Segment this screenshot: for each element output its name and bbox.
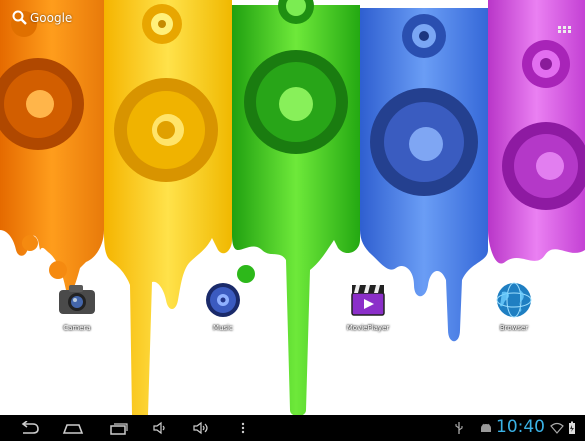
shortcut-music[interactable]: Music bbox=[183, 282, 263, 332]
shortcut-label: MoviePlayer bbox=[346, 324, 390, 332]
wifi-status bbox=[550, 419, 564, 437]
shortcut-camera[interactable]: Camera bbox=[37, 282, 117, 332]
volume-up-button[interactable] bbox=[190, 419, 214, 437]
google-search-label: Google bbox=[30, 11, 73, 25]
shortcut-label: Music bbox=[213, 324, 233, 332]
back-arrow-icon bbox=[21, 421, 39, 434]
menu-button[interactable] bbox=[236, 419, 250, 437]
music-speaker-icon bbox=[203, 282, 243, 322]
clapperboard-icon bbox=[348, 282, 388, 322]
launcher-top-bar: Google bbox=[0, 0, 585, 36]
usb-status bbox=[452, 419, 466, 437]
camera-icon bbox=[57, 282, 97, 322]
usb-icon bbox=[455, 422, 463, 434]
android-debug-icon bbox=[481, 423, 491, 432]
shortcut-browser[interactable]: Browser bbox=[474, 282, 554, 332]
globe-icon bbox=[494, 282, 534, 322]
status-clock: 10:40 bbox=[496, 417, 545, 437]
search-icon bbox=[12, 10, 27, 25]
all-apps-button[interactable] bbox=[557, 14, 573, 29]
battery-charging-icon bbox=[569, 421, 575, 434]
google-search-button[interactable]: Google bbox=[12, 10, 72, 26]
shortcut-label: Browser bbox=[499, 324, 529, 332]
overflow-menu-icon bbox=[241, 422, 245, 434]
home-icon bbox=[62, 424, 84, 434]
recent-apps-button[interactable] bbox=[106, 419, 132, 437]
shortcut-label: Camera bbox=[63, 324, 91, 332]
volume-down-button[interactable] bbox=[150, 419, 172, 437]
volume-up-icon bbox=[193, 421, 208, 435]
battery-status bbox=[566, 419, 578, 437]
back-button[interactable] bbox=[16, 419, 42, 437]
wifi-icon bbox=[550, 422, 564, 434]
recent-apps-icon bbox=[110, 423, 128, 435]
shortcut-movieplayer[interactable]: MoviePlayer bbox=[328, 282, 408, 332]
volume-down-icon bbox=[153, 421, 165, 435]
debug-status bbox=[478, 419, 494, 437]
system-navigation-bar: 10:40 bbox=[0, 415, 585, 441]
apps-grid-icon bbox=[558, 26, 561, 29]
home-button[interactable] bbox=[60, 419, 86, 437]
paint-speakers-wallpaper bbox=[0, 0, 585, 415]
